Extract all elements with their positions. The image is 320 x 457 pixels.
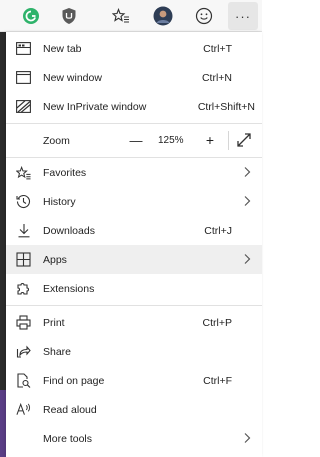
new-window-shortcut: Ctrl+N (201, 72, 232, 84)
inprivate-window-icon (16, 99, 31, 114)
menu-item-extensions[interactable]: Extensions (6, 274, 262, 303)
menu-item-favorites[interactable]: Favorites (6, 158, 262, 187)
feedback-smiley-icon[interactable] (192, 4, 216, 28)
menu-item-more-tools[interactable]: More tools (6, 424, 262, 453)
new-window-icon (16, 70, 31, 85)
chevron-right-icon (242, 195, 252, 207)
more-icon-label: ··· (235, 8, 251, 24)
zoom-divider (228, 131, 229, 150)
new-inprivate-shortcut: Ctrl+Shift+N (197, 101, 255, 113)
favorites-icon (16, 165, 31, 180)
share-label: Share (43, 346, 72, 358)
zoom-in-button[interactable]: + (202, 131, 218, 149)
more-tools-label: More tools (43, 433, 93, 445)
menu-item-downloads[interactable]: Downloads Ctrl+J (6, 216, 262, 245)
read-aloud-icon (16, 402, 31, 417)
extensions-puzzle-icon (16, 281, 31, 296)
menu-item-apps[interactable]: Apps (6, 245, 262, 274)
fullscreen-icon[interactable] (236, 132, 252, 148)
avatar[interactable] (151, 4, 175, 28)
zoom-level-value: 125% (158, 135, 184, 146)
zoom-out-button[interactable]: — (128, 131, 144, 149)
history-label: History (43, 196, 76, 208)
new-tab-label: New tab (43, 43, 82, 55)
menu-item-new-window[interactable]: New window Ctrl+N (6, 63, 262, 92)
share-icon (16, 344, 31, 359)
download-icon (16, 223, 31, 238)
menu-item-share[interactable]: Share (6, 337, 262, 366)
new-tab-icon (16, 41, 31, 56)
new-inprivate-label: New InPrivate window (43, 101, 147, 113)
new-tab-shortcut: Ctrl+T (203, 43, 232, 55)
print-label: Print (43, 317, 65, 329)
menu-item-read-aloud[interactable]: Read aloud (6, 395, 262, 424)
browser-toolbar: ··· (0, 0, 262, 32)
find-on-page-shortcut: Ctrl+F (203, 375, 232, 387)
menu-item-print[interactable]: Print Ctrl+P (6, 308, 262, 337)
menu-item-new-inprivate-window[interactable]: New InPrivate window Ctrl+Shift+N (6, 92, 262, 121)
extensions-label: Extensions (43, 283, 95, 295)
history-icon (16, 194, 31, 209)
zoom-label: Zoom (43, 135, 70, 147)
find-on-page-label: Find on page (43, 375, 105, 387)
apps-icon (16, 252, 31, 267)
menu-divider (6, 123, 262, 124)
downloads-shortcut: Ctrl+J (204, 225, 232, 237)
menu-divider (6, 305, 262, 306)
more-icon[interactable]: ··· (228, 2, 258, 30)
zoom-row: Zoom — 125% + (6, 126, 262, 155)
shield-icon[interactable] (57, 4, 81, 28)
find-page-icon (16, 373, 31, 388)
print-shortcut: Ctrl+P (202, 317, 232, 329)
browser-window: ··· New tab Ctrl+T New window Ctrl+N New… (0, 0, 262, 457)
apps-label: Apps (43, 254, 67, 266)
new-window-label: New window (43, 72, 102, 84)
print-icon (16, 315, 31, 330)
favorites-star-icon[interactable] (109, 4, 133, 28)
chevron-right-icon (242, 166, 252, 178)
menu-item-history[interactable]: History (6, 187, 262, 216)
chevron-right-icon (242, 432, 252, 444)
read-aloud-label: Read aloud (43, 404, 97, 416)
chevron-right-icon (242, 253, 252, 265)
settings-menu: New tab Ctrl+T New window Ctrl+N New InP… (6, 32, 262, 457)
profile-sync-icon[interactable] (19, 4, 43, 28)
menu-item-new-tab[interactable]: New tab Ctrl+T (6, 34, 262, 63)
favorites-label: Favorites (43, 167, 87, 179)
downloads-label: Downloads (43, 225, 95, 237)
menu-item-find-on-page[interactable]: Find on page Ctrl+F (6, 366, 262, 395)
